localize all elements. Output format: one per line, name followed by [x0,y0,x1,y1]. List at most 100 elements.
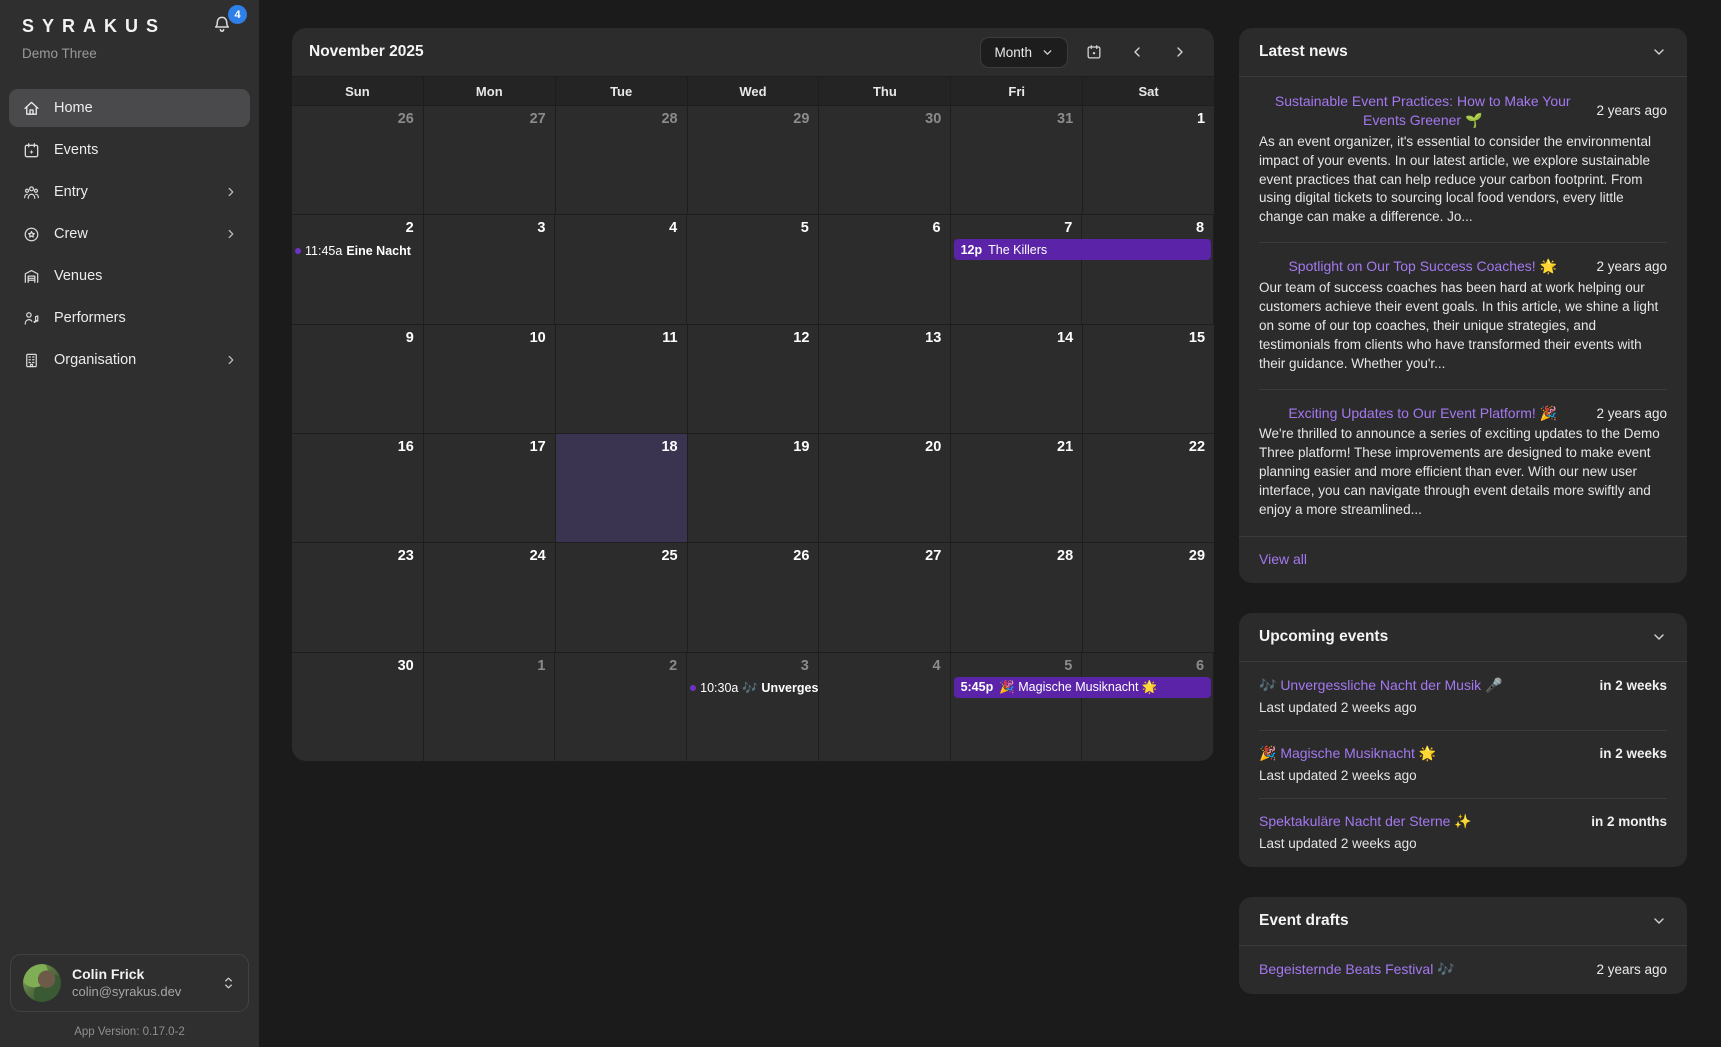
calendar-event-chip[interactable]: 11:45a Eine Nacht [295,241,423,260]
calendar-day-cell[interactable]: 2 [555,653,687,761]
calendar-month-title: November 2025 [309,43,980,61]
event-drafts-header[interactable]: Event drafts [1239,897,1687,945]
calendar-day-cell[interactable]: 2 11:45a Eine Nacht [292,215,424,323]
calendar-day-cell[interactable]: 10 [424,325,556,433]
event-dot-icon [690,685,696,691]
calendar-day-cell[interactable]: 21 [951,434,1083,542]
view-selector-dropdown[interactable]: Month [980,37,1068,68]
calendar-day-cell[interactable]: 25 [556,543,688,651]
calendar-day-cell[interactable]: 23 [292,543,424,651]
calendar-day-cell[interactable]: 31 [951,106,1083,214]
upcoming-event-when: in 2 months [1591,814,1667,829]
latest-news-header[interactable]: Latest news [1239,28,1687,76]
calendar-day-cell[interactable]: 6 [1082,653,1214,761]
calendar-day-cell[interactable]: 22 [1083,434,1214,542]
crew-badge-icon [22,225,41,244]
calendar-day-cell[interactable]: 27 [819,543,951,651]
calendar-day-cell[interactable]: 28 [951,543,1083,651]
upcoming-event-updated: Last updated 2 weeks ago [1259,836,1667,851]
calendar-day-cell[interactable]: 30 [292,653,424,761]
calendar-day-cell[interactable]: 30 [819,106,951,214]
chevron-down-icon[interactable] [1651,629,1667,645]
news-article-age: 2 years ago [1596,406,1667,421]
calendar-week-row: 2 11:45a Eine Nacht 3 4 5 6 7 8 12p The … [292,214,1214,323]
sidebar-item-crew[interactable]: Crew [9,215,250,253]
news-article: Exciting Updates to Our Event Platform! … [1259,389,1667,535]
right-column: Latest news Sustainable Event Practices:… [1239,28,1687,1047]
calendar-week-row: 9 10 11 12 13 14 15 [292,324,1214,433]
calendar-day-cell[interactable]: 5 [951,653,1083,761]
upcoming-event-link[interactable]: Spektakuläre Nacht der Sterne ✨ [1259,813,1472,830]
user-profile-menu[interactable]: Colin Frick colin@syrakus.dev [10,954,249,1012]
calendar-day-cell[interactable]: 29 [688,106,820,214]
calendar-day-cell[interactable]: 12 [688,325,820,433]
calendar-day-cell[interactable]: 4 [819,653,951,761]
sidebar-item-entry[interactable]: Entry [9,173,250,211]
news-article-body: Our team of success coaches has been har… [1259,279,1667,373]
event-draft-link[interactable]: Begeisternde Beats Festival 🎶 [1259,961,1455,978]
calendar-week-row: 23 24 25 26 27 28 29 [292,542,1214,651]
calendar-day-cell[interactable]: 15 [1083,325,1214,433]
view-all-link[interactable]: View all [1259,551,1307,567]
calendar-day-cell-today[interactable]: 18 [556,434,688,542]
calendar-day-cell[interactable]: 9 [292,325,424,433]
unfold-chevrons-icon [221,974,236,992]
news-article-link[interactable]: Exciting Updates to Our Event Platform! … [1259,404,1586,423]
calendar-event-chip[interactable]: 10:30a 🎶 Unvergessliche Nacht der Musik … [690,679,818,698]
sidebar-item-label: Organisation [54,352,136,368]
calendar-day-cell[interactable]: 13 [819,325,951,433]
calendar-day-cell[interactable]: 19 [688,434,820,542]
calendar-day-cell[interactable]: 4 [555,215,687,323]
weekday-label: Thu [819,77,951,105]
prev-month-button[interactable] [1120,36,1154,68]
sidebar-item-label: Crew [54,226,88,242]
calendar-event-bar[interactable]: 5:45p 🎉 Magische Musiknacht 🌟 [954,677,1211,698]
calendar-day-cell[interactable]: 29 [1083,543,1214,651]
crowd-icon [22,183,41,202]
calendar-event-bar[interactable]: 12p The Killers [954,239,1211,260]
news-article-link[interactable]: Spotlight on Our Top Success Coaches! 🌟 [1259,257,1586,276]
calendar-toolbar: Month [980,36,1197,68]
event-draft-age: 2 years ago [1596,962,1667,977]
chevron-down-icon[interactable] [1651,913,1667,929]
calendar-day-cell[interactable]: 26 [292,106,424,214]
sidebar-item-events[interactable]: Events [9,131,250,169]
sidebar-item-venues[interactable]: Venues [9,257,250,295]
calendar-day-cell[interactable]: 3 10:30a 🎶 Unvergessliche Nacht der Musi… [687,653,819,761]
sidebar-item-home[interactable]: Home [9,89,250,127]
weekday-label: Sat [1083,77,1214,105]
calendar-day-cell[interactable]: 7 [951,215,1083,323]
calendar-day-cell[interactable]: 26 [688,543,820,651]
calendar-day-cell[interactable]: 20 [819,434,951,542]
calendar-day-cell[interactable]: 1 [1083,106,1214,214]
calendar-day-cell[interactable]: 8 [1082,215,1214,323]
calendar-day-cell[interactable]: 3 [424,215,556,323]
chevron-down-icon[interactable] [1651,44,1667,60]
calendar-day-cell[interactable]: 28 [556,106,688,214]
calendar-day-cell[interactable]: 17 [424,434,556,542]
sidebar-item-performers[interactable]: Performers [9,299,250,337]
weekday-label: Mon [424,77,556,105]
calendar-week-row: 26 27 28 29 30 31 1 [292,105,1214,214]
notifications-button[interactable]: 4 [211,14,233,36]
calendar-day-cell[interactable]: 11 [556,325,688,433]
calendar-day-cell[interactable]: 6 [819,215,951,323]
chevron-right-icon [224,227,238,241]
calendar-day-cell[interactable]: 16 [292,434,424,542]
upcoming-event-item: 🎉 Magische Musiknacht 🌟 in 2 weeks Last … [1259,730,1667,798]
sidebar-item-organisation[interactable]: Organisation [9,341,250,379]
news-article-link[interactable]: Sustainable Event Practices: How to Make… [1259,92,1586,130]
calendar-day-cell[interactable]: 27 [424,106,556,214]
calendar-day-cell[interactable]: 1 [424,653,556,761]
today-button[interactable] [1077,36,1111,68]
calendar-day-cell[interactable]: 14 [951,325,1083,433]
upcoming-events-header[interactable]: Upcoming events [1239,613,1687,661]
calendar-week-row: 16 17 18 19 20 21 22 [292,433,1214,542]
next-month-button[interactable] [1163,36,1197,68]
calendar-day-cell[interactable]: 24 [424,543,556,651]
calendar-day-cell[interactable]: 5 [687,215,819,323]
upcoming-event-link[interactable]: 🎉 Magische Musiknacht 🌟 [1259,745,1436,762]
notification-count-badge: 4 [228,5,247,24]
sidebar-item-label: Entry [54,184,88,200]
upcoming-event-link[interactable]: 🎶 Unvergessliche Nacht der Musik 🎤 [1259,677,1502,694]
